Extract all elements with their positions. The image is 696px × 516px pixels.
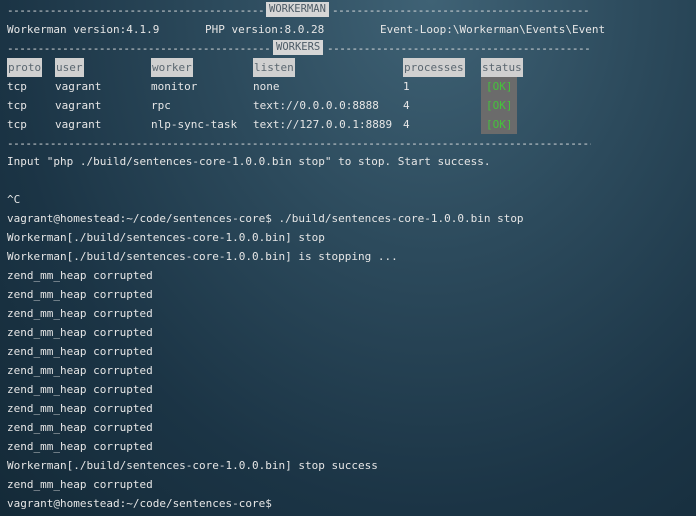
output-line: Input "php ./build/sentences-core-1.0.0.… (7, 155, 491, 168)
output-line: ^C (7, 193, 21, 206)
workerman-version: Workerman version:4.1.9 (7, 23, 160, 36)
cell-user: vagrant (55, 118, 102, 131)
status-badge: [OK] (481, 115, 517, 134)
cell-processes: 4 (403, 99, 410, 112)
column-header-user: user (55, 58, 84, 77)
error-line: zend_mm_heap corrupted (7, 440, 153, 453)
error-line: zend_mm_heap corrupted (7, 383, 153, 396)
status-ok: [OK] (486, 80, 513, 93)
separator-line: ----------------------------------------… (7, 42, 271, 55)
separator-line: ----------------------------------------… (327, 42, 591, 55)
workers-banner: WORKERS (273, 40, 324, 55)
cell-proto: tcp (7, 118, 27, 131)
error-line: zend_mm_heap corrupted (7, 478, 153, 491)
cell-processes: 1 (403, 80, 410, 93)
cell-listen: text://127.0.0.1:8889 (253, 118, 393, 131)
status-badge: [OK] (481, 77, 517, 96)
workerman-banner: WORKERMAN (266, 2, 329, 17)
cell-worker: monitor (151, 80, 198, 93)
status-ok: [OK] (486, 99, 513, 112)
terminal-window[interactable]: ----------------------------------------… (0, 0, 696, 516)
command-line: vagrant@homestead:~/code/sentences-core$… (7, 212, 524, 225)
error-line: zend_mm_heap corrupted (7, 326, 153, 339)
column-header-proto: proto (7, 58, 43, 77)
output-line: Workerman[./build/sentences-core-1.0.0.b… (7, 231, 325, 244)
column-header-listen: listen (253, 58, 295, 77)
cell-user: vagrant (55, 80, 102, 93)
table-row: tcp vagrant nlp-sync-task text://127.0.0… (0, 115, 696, 134)
shell-prompt[interactable]: vagrant@homestead:~/code/sentences-core$ (7, 494, 272, 513)
cell-proto: tcp (7, 99, 27, 112)
table-header: proto user worker listen processes statu… (0, 58, 696, 77)
cell-proto: tcp (7, 80, 27, 93)
cell-processes: 4 (403, 118, 410, 131)
event-loop: Event-Loop:\Workerman\Events\Event (380, 23, 606, 36)
php-version: PHP version:8.0.28 (205, 23, 325, 36)
output-line: Workerman[./build/sentences-core-1.0.0.b… (7, 459, 378, 472)
error-line: zend_mm_heap corrupted (7, 345, 153, 358)
column-header-processes: processes (403, 58, 465, 77)
error-line: zend_mm_heap corrupted (7, 364, 153, 377)
cell-listen: none (253, 80, 280, 93)
error-line: zend_mm_heap corrupted (7, 269, 153, 282)
separator-line: ----------------------------------------… (7, 137, 591, 150)
separator-line: ----------------------------------------… (332, 4, 591, 17)
table-row: tcp vagrant rpc text://0.0.0.0:8888 4 [O… (0, 96, 696, 115)
table-row: tcp vagrant monitor none 1 [OK] (0, 77, 696, 96)
error-line: zend_mm_heap corrupted (7, 402, 153, 415)
cell-worker: nlp-sync-task (151, 118, 238, 131)
cell-listen: text://0.0.0.0:8888 (253, 99, 379, 112)
status-ok: [OK] (486, 118, 513, 131)
column-header-status: status (481, 58, 523, 77)
status-badge: [OK] (481, 96, 517, 115)
separator-line: ----------------------------------------… (7, 4, 266, 17)
error-line: zend_mm_heap corrupted (7, 307, 153, 320)
output-line: Workerman[./build/sentences-core-1.0.0.b… (7, 250, 398, 263)
cell-worker: rpc (151, 99, 171, 112)
cell-user: vagrant (55, 99, 102, 112)
error-line: zend_mm_heap corrupted (7, 421, 153, 434)
column-header-worker: worker (151, 58, 193, 77)
error-line: zend_mm_heap corrupted (7, 288, 153, 301)
